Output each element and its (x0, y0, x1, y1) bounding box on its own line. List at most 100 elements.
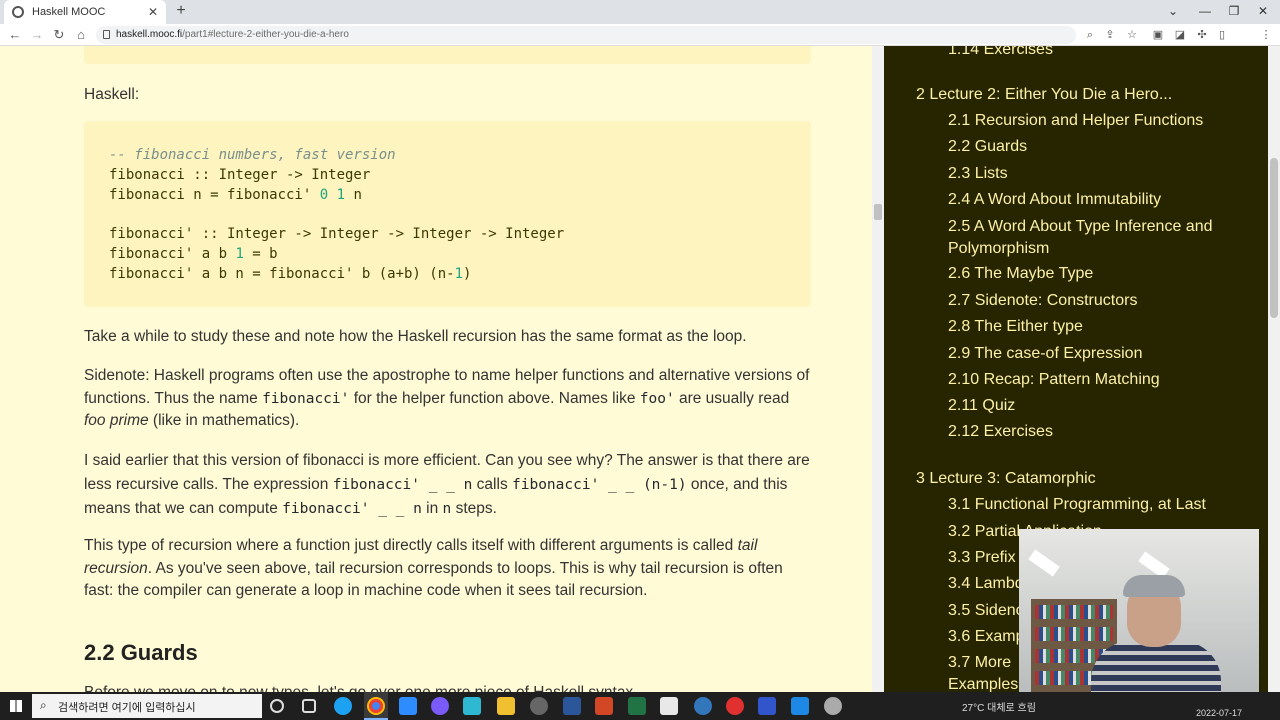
section-heading: 2.2 Guards (84, 640, 198, 665)
toc-item[interactable]: 2.12 Exercises (948, 421, 1053, 443)
app-icon[interactable] (431, 697, 449, 715)
tab-close-icon[interactable]: ✕ (148, 5, 158, 19)
text: in (421, 500, 443, 517)
code-line: fibonacci :: Integer -> Integer (109, 167, 371, 183)
toc-item[interactable]: Examples (948, 674, 1018, 692)
toc-lecture-2[interactable]: 2 Lecture 2: Either You Die a Hero... (916, 84, 1172, 106)
toc-item[interactable]: 2.7 Sidenote: Constructors (948, 290, 1137, 312)
puzzle-icon[interactable]: ✣ (1194, 27, 1210, 43)
toc-item[interactable]: 2.6 The Maybe Type (948, 263, 1093, 285)
scrollbar-thumb[interactable] (1270, 158, 1278, 318)
windows-start-icon[interactable] (10, 700, 22, 712)
scrollbar-thumb[interactable] (874, 204, 882, 220)
ie-icon[interactable] (694, 697, 712, 715)
taskbar: ⌕ 검색하려면 여기에 입력하십시 27°C 대체로 흐림 2022-07-17 (0, 692, 1280, 720)
vscode-icon[interactable] (791, 697, 809, 715)
toc-item[interactable]: Polymorphism (948, 238, 1049, 260)
url-host: haskell.mooc.fi (116, 29, 183, 40)
inline-code: fibonacci' (262, 390, 350, 407)
reload-icon[interactable]: ↻ (50, 26, 68, 44)
gear-icon[interactable] (824, 697, 842, 715)
text: for the helper function above. Names lik… (349, 389, 640, 407)
toc-item[interactable]: 3.5 Sidenc (948, 600, 1024, 622)
new-tab-button[interactable]: + (172, 2, 190, 20)
toc-lecture-3[interactable]: 3 Lecture 3: Catamorphic (916, 468, 1096, 490)
toc-item[interactable]: 2.8 The Either type (948, 316, 1083, 338)
toc-item[interactable]: 3.4 Lambd (948, 573, 1024, 595)
sidepanel-icon[interactable]: ▯ (1214, 27, 1230, 43)
terminal-icon[interactable] (758, 697, 776, 715)
task-view-icon[interactable] (302, 699, 316, 713)
code-number: 1 (235, 246, 244, 262)
toc-item[interactable]: 2.1 Recursion and Helper Functions (948, 110, 1203, 132)
toc-item[interactable]: 2.9 The case-of Expression (948, 343, 1142, 365)
code-line: fibonacci' :: Integer -> Integer -> Inte… (109, 226, 565, 242)
toc-item[interactable]: 1.14 Exercises (948, 46, 1053, 61)
minimize-button[interactable]: — (1190, 0, 1220, 24)
text: are usually read (674, 389, 790, 407)
powerpoint-icon[interactable] (595, 697, 613, 715)
weather-status[interactable]: 27°C 대체로 흐림 (962, 699, 1036, 714)
code-line: fibonacci' a b n = fibonacci' b (a+b) (n… (109, 266, 471, 282)
bookmark-star-icon[interactable]: ☆ (1124, 27, 1140, 43)
toc-item[interactable]: 3.7 More (948, 652, 1011, 674)
toc-item[interactable]: 2.2 Guards (948, 136, 1027, 158)
inline-code: fibonacci' _ _ (n-1) (512, 476, 687, 493)
address-bar[interactable]: haskell.mooc.fi/part1#lecture-2-either-y… (96, 26, 1076, 44)
zoom-app-icon[interactable] (399, 697, 417, 715)
record-icon[interactable] (726, 697, 744, 715)
tab-search-icon[interactable]: ⌄ (1158, 0, 1188, 24)
toc-item[interactable]: 2.3 Lists (948, 163, 1008, 185)
toc-item[interactable]: 2.5 A Word About Type Inference and (948, 216, 1213, 238)
zoom-icon[interactable]: ⌕ (1082, 27, 1098, 43)
content-scrollbar[interactable] (872, 46, 884, 692)
taskbar-search[interactable]: ⌕ 검색하려면 여기에 입력하십시 (32, 694, 262, 718)
home-icon[interactable]: ⌂ (72, 26, 90, 44)
cortana-icon[interactable] (270, 699, 284, 713)
code-text: ) (463, 266, 472, 282)
toc-item[interactable]: 2.4 A Word About Immutability (948, 189, 1161, 211)
search-placeholder: 검색하려면 여기에 입력하십시 (58, 702, 196, 714)
text: calls (472, 475, 512, 493)
settings-app-icon[interactable] (530, 697, 548, 715)
chrome-icon[interactable] (367, 697, 385, 715)
app-icon[interactable] (463, 697, 481, 715)
code-line: fibonacci' a b 1 = b (109, 246, 278, 262)
toc-item[interactable]: 2.11 Quiz (948, 395, 1015, 417)
code-number: 0 (319, 187, 329, 203)
sidebar-scrollbar[interactable] (1268, 46, 1280, 692)
excel-icon[interactable] (628, 697, 646, 715)
toc-item[interactable]: 3.1 Functional Programming, at Last (948, 494, 1206, 516)
code-text: fibonacci n = fibonacci' (109, 187, 320, 203)
notepad-icon[interactable] (660, 697, 678, 715)
code-text: n (345, 187, 362, 203)
extension2-icon[interactable]: ◪ (1172, 27, 1188, 43)
paragraph: This type of recursion where a function … (84, 535, 814, 603)
tab-strip: Haskell MOOC ✕ + ⌄ — ❐ ✕ (0, 0, 1280, 24)
code-text: fibonacci' a b (109, 246, 236, 262)
lock-icon (103, 30, 110, 39)
paragraph: Sidenote: Haskell programs often use the… (84, 365, 814, 433)
inline-code: fibonacci' _ _ n (282, 501, 422, 517)
code-text: = b (243, 246, 278, 262)
edge-icon[interactable] (334, 697, 352, 715)
paragraph: I said earlier that this version of fibo… (84, 449, 814, 522)
forward-arrow-icon[interactable]: → (28, 26, 46, 44)
restore-button[interactable]: ❐ (1219, 0, 1249, 24)
toc-item[interactable]: 2.10 Recap: Pattern Matching (948, 369, 1160, 391)
back-arrow-icon[interactable]: ← (6, 26, 24, 44)
books (1035, 605, 1113, 619)
toc-item[interactable]: 3.6 Examp (948, 626, 1024, 648)
code-line: fibonacci n = fibonacci' 0 1 n (109, 187, 362, 203)
extension-icon[interactable]: ▣ (1150, 27, 1166, 43)
code-text: fibonacci' a b n = fibonacci' b (a+b) (n… (109, 266, 455, 282)
close-window-button[interactable]: ✕ (1248, 0, 1278, 24)
browser-tab[interactable]: Haskell MOOC ✕ (4, 0, 166, 24)
file-explorer-icon[interactable] (497, 697, 515, 715)
toc-item[interactable]: 3.3 Prefix (948, 547, 1016, 569)
word-icon[interactable] (563, 697, 581, 715)
menu-kebab-icon[interactable]: ⋮ (1258, 27, 1274, 43)
books (1035, 627, 1113, 641)
date-display[interactable]: 2022-07-17 (1196, 708, 1242, 718)
share-icon[interactable]: ⇪ (1102, 27, 1118, 43)
